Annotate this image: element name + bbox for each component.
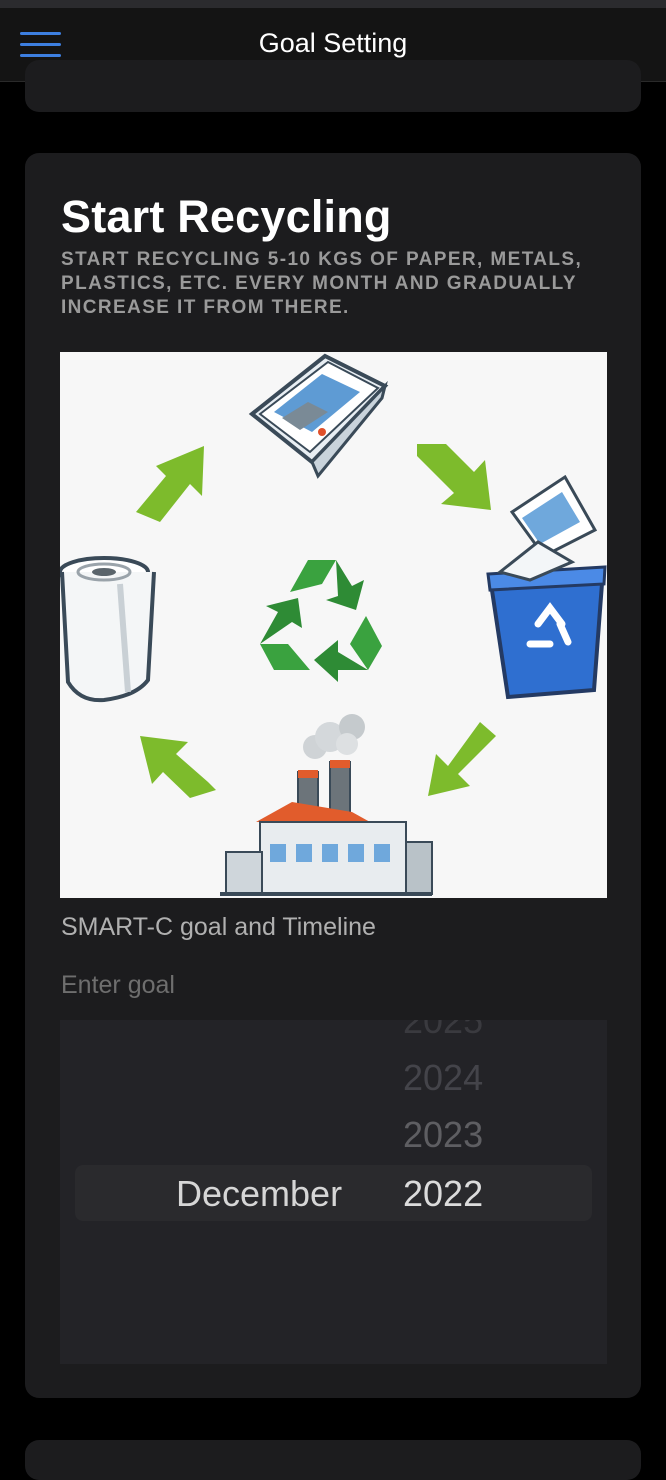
month-year-picker[interactable]: December 2025 2024 2023 2022 [60,1020,607,1364]
arrow-icon [417,444,491,510]
recycle-bin-icon [486,474,607,700]
newspaper-icon [248,353,389,479]
goal-description: START RECYCLING 5-10 KGS OF PAPER, METAL… [61,249,583,318]
arrow-icon [140,736,216,798]
goal-input[interactable] [61,965,601,1005]
arrow-icon [428,722,496,796]
picker-year-option[interactable]: 2023 [403,1114,483,1156]
goal-card: Start Recycling START RECYCLING 5-10 KGS… [25,153,641,1398]
previous-goal-card [25,60,641,112]
paper-roll-icon [58,556,156,703]
goal-title: Start Recycling [61,191,392,242]
picker-year-option[interactable]: 2024 [403,1057,483,1099]
picker-month-selected[interactable]: December [176,1173,342,1215]
page-title: Goal Setting [258,28,408,58]
arrow-icon [136,446,204,522]
picker-year-selected[interactable]: 2022 [403,1173,483,1215]
timeline-label: SMART-C goal and Timeline [61,913,376,941]
factory-icon [220,714,433,896]
picker-year-option[interactable]: 2025 [403,1020,483,1042]
month-wheel[interactable]: December [60,1020,370,1364]
recycle-symbol-icon [260,560,382,682]
next-goal-card [25,1440,641,1480]
year-wheel[interactable]: 2025 2024 2023 2022 [370,1020,607,1364]
status-strip [0,0,666,8]
recycling-cycle-illustration [58,352,607,898]
